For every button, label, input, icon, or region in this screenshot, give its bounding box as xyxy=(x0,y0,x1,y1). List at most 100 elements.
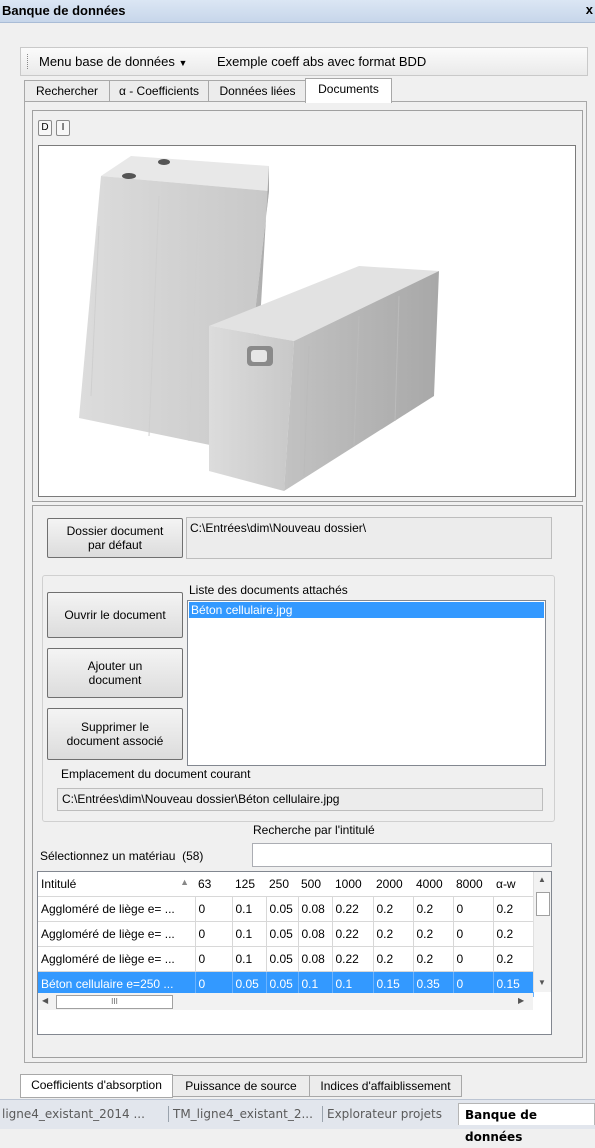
current-document-location-label: Emplacement du document courant xyxy=(61,767,251,781)
sort-asc-icon: ▲ xyxy=(180,876,189,887)
attached-documents-label: Liste des documents attachés xyxy=(189,583,348,597)
add-document-button-label-1: Ajouter un xyxy=(87,659,143,673)
open-document-button[interactable]: Ouvrir le document xyxy=(47,592,183,638)
table-cell[interactable]: 0 xyxy=(195,896,233,922)
search-input[interactable] xyxy=(252,843,552,867)
column-header[interactable]: 63 xyxy=(195,872,232,897)
d-button[interactable]: D xyxy=(38,120,52,136)
delete-document-button-label-1: Supprimer le xyxy=(80,720,150,734)
add-document-button-label-2: document xyxy=(88,673,142,687)
delete-document-button[interactable]: Supprimer le document associé xyxy=(47,708,183,760)
search-by-title-label: Recherche par l'intitulé xyxy=(253,823,375,837)
default-folder-button[interactable]: Dossier document par défaut xyxy=(47,518,183,558)
scroll-grip: III xyxy=(111,997,118,1006)
default-folder-button-label-1: Dossier document xyxy=(66,524,164,538)
table-row[interactable]: Aggloméré de liège e= ... 0 0.1 0.05 0.08 0.2… xyxy=(38,921,534,947)
table-cell[interactable]: 0 xyxy=(453,946,494,972)
column-header[interactable]: 500 xyxy=(298,872,332,897)
tab-rechercher[interactable]: Rechercher xyxy=(24,80,110,101)
scroll-right-icon[interactable]: ▶ xyxy=(518,996,524,1005)
document-preview-image xyxy=(38,145,576,497)
table-cell[interactable]: 0.22 xyxy=(332,921,374,947)
open-document-button-label: Ouvrir le document xyxy=(64,608,166,622)
materials-grid[interactable]: Intitulé ▲ 63 125 250 500 1000 2000 4000 … xyxy=(37,871,552,1035)
table-cell[interactable]: 0.05 xyxy=(266,921,299,947)
tab-source-power[interactable]: Puissance de source xyxy=(172,1075,310,1097)
table-cell[interactable]: 0 xyxy=(195,921,233,947)
table-cell[interactable]: 0 xyxy=(195,946,233,972)
add-document-button[interactable]: Ajouter un document xyxy=(47,648,183,698)
table-cell[interactable]: 0 xyxy=(453,921,494,947)
column-header[interactable]: 4000 xyxy=(413,872,453,897)
list-item[interactable]: Béton cellulaire.jpg xyxy=(189,602,544,618)
aerated-concrete-blocks-icon xyxy=(79,156,439,491)
tab-separator xyxy=(168,1106,169,1122)
table-row[interactable]: Aggloméré de liège e= ... 0 0.1 0.05 0.08 0.2… xyxy=(38,896,534,922)
doc-tab-tm-ligne4[interactable]: TM_ligne4_existant_2... xyxy=(173,1103,321,1125)
tab-documents[interactable]: Documents xyxy=(305,78,392,103)
database-menu[interactable]: Menu base de données ▼ xyxy=(39,54,187,69)
table-cell[interactable]: 0.08 xyxy=(298,921,333,947)
scroll-up-icon[interactable]: ▲ xyxy=(538,875,546,884)
horizontal-scroll-thumb[interactable]: III xyxy=(56,995,173,1009)
column-header[interactable]: 250 xyxy=(266,872,298,897)
table-cell[interactable]: 0.2 xyxy=(413,946,454,972)
dropdown-arrow-icon: ▼ xyxy=(178,58,188,68)
table-cell[interactable]: 0.2 xyxy=(373,896,414,922)
doc-tab-project-explorer[interactable]: Explorateur projets xyxy=(327,1103,457,1125)
vertical-scroll-thumb[interactable] xyxy=(536,892,550,916)
table-cell[interactable]: 0 xyxy=(453,896,494,922)
grid-horizontal-scrollbar[interactable]: ◀ III ▶ xyxy=(38,993,533,1010)
table-cell[interactable]: Aggloméré de liège e= ... xyxy=(38,921,196,947)
table-cell[interactable]: Aggloméré de liège e= ... xyxy=(38,946,196,972)
scroll-left-icon[interactable]: ◀ xyxy=(42,996,48,1005)
doc-tab-banque-de-donnees[interactable]: Banque de données xyxy=(458,1103,595,1144)
table-cell[interactable]: 0.22 xyxy=(332,896,374,922)
table-cell[interactable]: 0.05 xyxy=(266,946,299,972)
doc-tab-ligne4-existant[interactable]: ligne4_existant_2014 ... xyxy=(2,1103,162,1125)
window-titlebar: Banque de données x xyxy=(0,0,595,23)
database-menu-label: Menu base de données xyxy=(39,54,175,69)
table-cell[interactable]: 0.08 xyxy=(298,946,333,972)
table-cell[interactable]: 0.2 xyxy=(373,921,414,947)
table-cell[interactable]: 0.2 xyxy=(493,946,534,972)
table-row[interactable]: Aggloméré de liège e= ... 0 0.1 0.05 0.08 0.2… xyxy=(38,946,534,972)
column-header[interactable]: 125 xyxy=(232,872,266,897)
tab-attenuation-indices[interactable]: Indices d'affaiblissement xyxy=(309,1075,462,1097)
tab-separator xyxy=(322,1106,323,1122)
current-database-label[interactable]: Exemple coeff abs avec format BDD xyxy=(217,54,426,69)
table-cell[interactable]: 0.2 xyxy=(493,896,534,922)
table-cell[interactable]: 0.2 xyxy=(493,921,534,947)
column-header[interactable]: 8000 xyxy=(453,872,493,897)
table-cell[interactable]: 0.22 xyxy=(332,946,374,972)
table-cell[interactable]: 0.1 xyxy=(232,896,267,922)
close-icon[interactable]: x xyxy=(586,2,593,17)
materials-table: Intitulé ▲ 63 125 250 500 1000 2000 4000 … xyxy=(38,872,534,997)
toolstrip-grip[interactable] xyxy=(27,54,30,69)
column-header[interactable]: α-w xyxy=(493,872,533,897)
column-header[interactable]: 2000 xyxy=(373,872,413,897)
select-material-label: Sélectionnez un matériau (58) xyxy=(40,849,204,863)
table-cell[interactable]: 0.1 xyxy=(232,921,267,947)
grid-vertical-scrollbar[interactable]: ▲ ▼ xyxy=(533,872,551,992)
attached-documents-list[interactable]: Béton cellulaire.jpg xyxy=(187,600,546,766)
default-folder-path: C:\Entrées\dim\Nouveau dossier\ xyxy=(186,517,552,559)
i-button[interactable]: I xyxy=(56,120,70,136)
delete-document-button-label-2: document associé xyxy=(66,734,164,748)
table-cell[interactable]: 0.2 xyxy=(373,946,414,972)
table-cell[interactable]: 0.08 xyxy=(298,896,333,922)
table-cell[interactable]: Aggloméré de liège e= ... xyxy=(38,896,196,922)
tab-coefficients[interactable]: α - Coefficients xyxy=(109,80,209,101)
table-cell[interactable]: 0.1 xyxy=(232,946,267,972)
scroll-down-icon[interactable]: ▼ xyxy=(538,978,546,987)
current-document-location-field: C:\Entrées\dim\Nouveau dossier\Béton cel… xyxy=(57,788,543,811)
tab-donnees-liees[interactable]: Données liées xyxy=(208,80,307,101)
table-cell[interactable]: 0.2 xyxy=(413,921,454,947)
window-title: Banque de données xyxy=(2,3,126,18)
menu-strip: Menu base de données ▼ Exemple coeff abs… xyxy=(20,47,588,76)
table-cell[interactable]: 0.2 xyxy=(413,896,454,922)
column-header[interactable]: 1000 xyxy=(332,872,373,897)
tab-absorption-coefficients[interactable]: Coefficients d'absorption xyxy=(20,1074,173,1098)
table-cell[interactable]: 0.05 xyxy=(266,896,299,922)
column-header[interactable]: Intitulé ▲ xyxy=(38,872,195,897)
